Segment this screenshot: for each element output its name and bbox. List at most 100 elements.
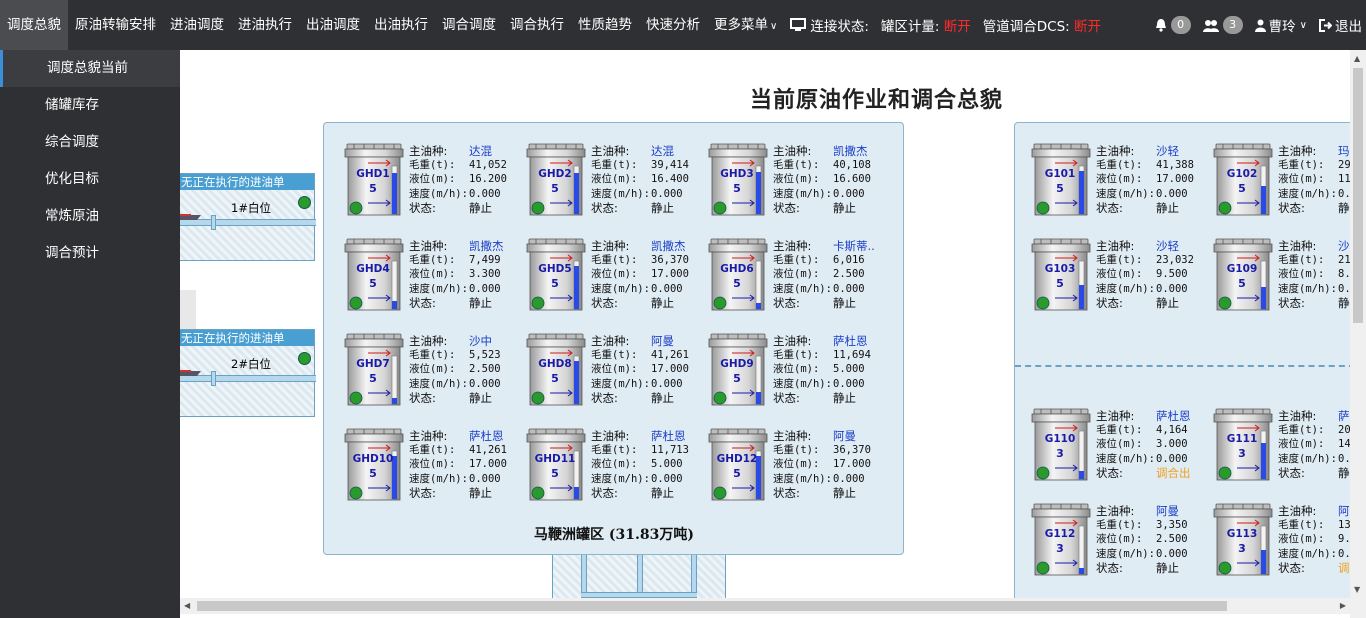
sidebar-item[interactable]: 储罐库存: [0, 87, 180, 124]
nav-item[interactable]: 进油调度: [163, 0, 231, 50]
speed-value: 0.000: [833, 472, 865, 485]
tank-card[interactable]: GHD10 5 主油种: 萨杜恩 毛重(t): 41,261 液位(m): 17.000 速度(…: [344, 427, 526, 505]
tank-card[interactable]: GHD8 5 主油种: 阿曼 毛重(t): 41,261 液位(m): 17.000 速度(m/…: [526, 332, 708, 410]
tank-card[interactable]: GHD1 5 主油种: 达混 毛重(t): 41,052 液位(m): 16.200 速度(m/…: [344, 142, 526, 220]
scroll-down-icon[interactable]: ▼: [1354, 585, 1360, 594]
tank-card[interactable]: G110 3 主油种: 萨杜恩 毛重(t): 4,164 液位(m): 3.000 速度(m/h…: [1031, 407, 1213, 485]
tank-card[interactable]: G112 3 主油种: 阿曼 毛重(t): 3,350 液位(m): 2.500 速度(m/h)…: [1031, 502, 1213, 580]
field-label: 速度(m/h):: [773, 472, 832, 485]
field-label: 速度(m/h):: [409, 472, 468, 485]
field-label: 主油种:: [591, 429, 630, 443]
speed-value: 0.000: [651, 377, 683, 390]
sidebar-item[interactable]: 优化目标: [0, 161, 180, 198]
tank-card[interactable]: GHD2 5 主油种: 达混 毛重(t): 39,414 液位(m): 16.400 速度(m/…: [526, 142, 708, 220]
tank-card[interactable]: GHD7 5 主油种: 沙中 毛重(t): 5,523 液位(m): 2.500 速度(m/h)…: [344, 332, 526, 410]
sidebar-item[interactable]: 调合预计: [0, 235, 180, 272]
weight-value: 13: [1338, 519, 1350, 532]
vertical-scroll-thumb[interactable]: [1353, 68, 1363, 323]
weight-value: 23,032: [1156, 254, 1194, 267]
scroll-up-icon[interactable]: ▲: [1354, 54, 1360, 63]
status-value: 静止: [651, 390, 674, 405]
nav-item[interactable]: 出油调度: [299, 0, 367, 50]
field-label: 液位(m):: [591, 458, 638, 471]
top-nav: 调度总貌 原油转输安排 进油调度 进油执行 出油调度 出油执行 调合调度 调合执行 性质趋势 快速…: [0, 0, 1366, 50]
oil-type: 卡斯蒂..: [833, 239, 875, 253]
weight-value: 41,388: [1156, 159, 1194, 172]
tank-info: 主油种: 萨杜恩 毛重(t): 11,713 液位(m): 5.000 速度(m/h): 0.…: [591, 429, 706, 500]
tank-card[interactable]: G111 3 主油种: 萨毛重(t): 20 液位(m): 14 速度(m/h): 0. 状态: 静: [1213, 407, 1350, 485]
tank-card[interactable]: G109 5 主油种: 沙毛重(t): 21 液位(m): 8. 速度(m/h): 0. 状态: 静: [1213, 237, 1350, 315]
field-label: 速度(m/h):: [591, 472, 650, 485]
speed-value: 0.000: [469, 187, 501, 200]
tank-id: GHD9: [720, 358, 754, 370]
level-value: 2.500: [833, 268, 865, 281]
user-menu[interactable]: 曹玲 ∨: [1249, 15, 1313, 35]
more-menu[interactable]: 更多菜单 ∨: [707, 0, 784, 50]
level-value: 11: [1338, 173, 1350, 186]
nav-item[interactable]: 调度总貌: [0, 0, 68, 50]
tank-card[interactable]: G102 5 主油种: 玛毛重(t): 29 液位(m): 11 速度(m/h): 0. 状态: 静: [1213, 142, 1350, 220]
tank-card[interactable]: GHD5 5 主油种: 凯撒杰 毛重(t): 36,370 液位(m): 17.000 速度(m…: [526, 237, 708, 315]
horizontal-scrollbar[interactable]: ◀ ▶: [180, 598, 1350, 614]
mabianzhou-tank-area: GHD1 5 主油种: 达混 毛重(t): 41,052 液位(m): 16.200 速度(m/…: [323, 122, 904, 555]
notifications-button[interactable]: 0: [1149, 16, 1197, 34]
sidebar-item[interactable]: 常炼原油: [0, 198, 180, 235]
tank-card[interactable]: GHD11 5 主油种: 萨杜恩 毛重(t): 11,713 液位(m): 5.000 速度(m…: [526, 427, 708, 505]
nav-item[interactable]: 调合调度: [435, 0, 503, 50]
tank-number: 3: [1238, 447, 1246, 460]
status-value: 静止: [833, 485, 856, 500]
weight-value: 39,414: [651, 159, 689, 172]
sidebar-item[interactable]: 综合调度: [0, 124, 180, 161]
dock-header: 无正在执行的进油单: [180, 174, 314, 190]
tank-card[interactable]: G113 3 主油种: 阿毛重(t): 13 液位(m): 9. 速度(m/h): 0. 状态: 调: [1213, 502, 1350, 580]
sidebar-item[interactable]: 调度总貌当前: [0, 50, 180, 87]
tank-info: 主油种: 达混 毛重(t): 39,414 液位(m): 16.400 速度(m/h): 0.…: [591, 144, 706, 215]
field-label: 液位(m):: [1096, 268, 1143, 281]
field-label: 毛重(t):: [773, 349, 820, 362]
scroll-left-icon[interactable]: ◀: [184, 601, 190, 610]
nav-item[interactable]: 出油执行: [367, 0, 435, 50]
dcs-label: 管道调合DCS:: [982, 19, 1070, 35]
tank-info: 主油种: 阿曼 毛重(t): 3,350 液位(m): 2.500 速度(m/h): 0.00…: [1096, 504, 1211, 575]
field-label: 毛重(t):: [773, 444, 820, 457]
tank-id: G110: [1044, 433, 1076, 445]
nav-item[interactable]: 快速分析: [639, 0, 707, 50]
field-label: 毛重(t):: [773, 254, 820, 267]
nav-item[interactable]: 进油执行: [231, 0, 299, 50]
level-value: 9.: [1338, 533, 1350, 546]
tank-info: 主油种: 萨杜恩 毛重(t): 4,164 液位(m): 3.000 速度(m/h): 0.0…: [1096, 409, 1211, 480]
field-label: 速度(m/h):: [1096, 547, 1155, 560]
field-label: 主油种:: [773, 239, 812, 253]
tank-card[interactable]: G103 5 主油种: 沙轻 毛重(t): 23,032 液位(m): 9.500 速度(m/h…: [1031, 237, 1213, 315]
status-value: 静止: [833, 295, 856, 310]
horizontal-scroll-thumb[interactable]: [197, 601, 1227, 611]
scroll-right-icon[interactable]: ▶: [1340, 601, 1346, 610]
valve-icon: [211, 215, 216, 230]
logout-button[interactable]: 退出: [1313, 15, 1366, 35]
sidebar: 调度总貌当前 储罐库存 综合调度 优化目标 常炼原油 调合预计: [0, 50, 180, 618]
weight-value: 41,261: [651, 349, 689, 362]
tank-info: 主油种: 玛毛重(t): 29 液位(m): 11 速度(m/h): 0. 状态: 静: [1278, 144, 1350, 215]
tank-number: 5: [1238, 277, 1246, 290]
status-indicator-icon[interactable]: [298, 196, 311, 209]
notifications-badge: 0: [1170, 16, 1191, 34]
tank-card[interactable]: GHD9 5 主油种: 萨杜恩 毛重(t): 11,694 液位(m): 5.000 速度(m/…: [708, 332, 890, 410]
nav-item[interactable]: 原油转输安排: [68, 0, 163, 50]
users-button[interactable]: 3: [1197, 16, 1249, 34]
tank-card[interactable]: GHD12 5 主油种: 阿曼 毛重(t): 36,370 液位(m): 17.000 速度(m…: [708, 427, 890, 505]
right-tank-area: G101 5 主油种: 沙轻 毛重(t): 41,388 液位(m): 17.000 速度(m/…: [1014, 122, 1350, 598]
field-label: 毛重(t):: [1278, 519, 1325, 532]
tank-id: G102: [1226, 168, 1258, 180]
status-indicator-icon[interactable]: [298, 352, 311, 365]
tank-meter-value: 断开: [943, 19, 971, 35]
tank-card[interactable]: GHD4 5 主油种: 凯撒杰 毛重(t): 7,499 液位(m): 3.300 速度(m/h…: [344, 237, 526, 315]
nav-item[interactable]: 性质趋势: [571, 0, 639, 50]
tank-card[interactable]: G101 5 主油种: 沙轻 毛重(t): 41,388 液位(m): 17.000 速度(m/…: [1031, 142, 1213, 220]
tank-card[interactable]: GHD6 5 主油种: 卡斯蒂.. 毛重(t): 6,016 液位(m): 2.500 速度(m…: [708, 237, 890, 315]
field-label: 毛重(t):: [1096, 159, 1143, 172]
tank-card[interactable]: GHD3 5 主油种: 凯撒杰 毛重(t): 40,108 液位(m): 16.600 速度(m…: [708, 142, 890, 220]
tank-meter-status: 罐区计量: 断开: [875, 15, 977, 35]
vertical-scrollbar[interactable]: ▲ ▼: [1350, 50, 1366, 598]
field-label: 状态:: [591, 390, 618, 405]
nav-item[interactable]: 调合执行: [503, 0, 571, 50]
